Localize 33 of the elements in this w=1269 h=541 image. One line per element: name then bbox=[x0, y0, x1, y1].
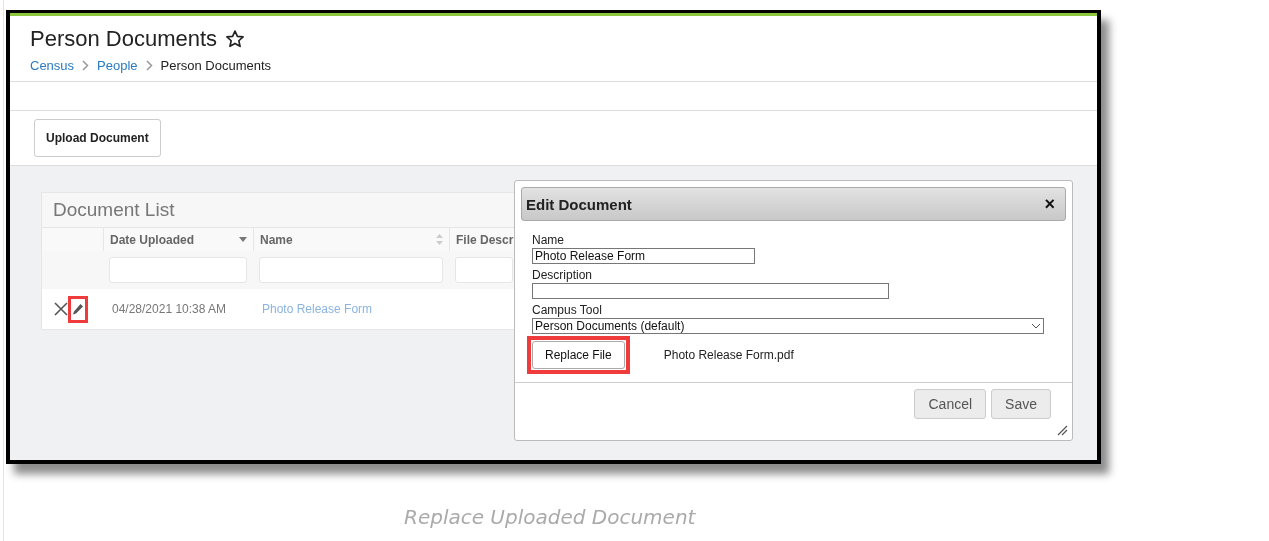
cancel-button[interactable]: Cancel bbox=[914, 389, 987, 419]
upload-document-button[interactable]: Upload Document bbox=[34, 119, 161, 157]
page-title: Person Documents bbox=[30, 26, 218, 52]
filter-field[interactable] bbox=[455, 257, 514, 283]
chevron-icon bbox=[145, 60, 153, 71]
save-button[interactable]: Save bbox=[991, 389, 1051, 419]
filter-field[interactable] bbox=[259, 257, 443, 283]
resize-grip-icon[interactable] bbox=[1056, 424, 1068, 436]
input-field[interactable]: Photo Release Form bbox=[532, 248, 755, 264]
replace-file-button[interactable]: Replace File bbox=[532, 341, 625, 369]
panel-title: Document List bbox=[52, 198, 176, 222]
star-icon[interactable] bbox=[225, 29, 246, 49]
chevron-down-icon bbox=[1031, 323, 1041, 329]
file-name: Photo Release Form.pdf bbox=[663, 348, 794, 362]
field-label: Description bbox=[532, 268, 594, 282]
chevron-icon bbox=[82, 60, 90, 71]
field-label: Name bbox=[532, 233, 565, 247]
pencil-icon[interactable] bbox=[72, 302, 84, 316]
select-field[interactable]: Person Documents (default) bbox=[532, 318, 1044, 334]
field-label: Campus Tool bbox=[532, 303, 603, 317]
delete-icon[interactable] bbox=[54, 302, 68, 316]
column-header[interactable]: Name bbox=[253, 227, 449, 251]
dialog-title: Edit Document bbox=[526, 195, 632, 213]
close-button[interactable]: × bbox=[1044, 195, 1055, 213]
column-header[interactable]: Date Uploaded bbox=[103, 227, 253, 251]
breadcrumb-link[interactable]: People bbox=[97, 58, 138, 73]
date-cell-text: 04/28/2021 10:38 AM bbox=[111, 302, 228, 316]
breadcrumb-link[interactable]: Census bbox=[30, 58, 75, 73]
filter-field[interactable] bbox=[109, 257, 247, 283]
input-field[interactable] bbox=[532, 283, 889, 299]
sort-descending-icon[interactable] bbox=[239, 237, 247, 242]
breadcrumb-current: Person Documents bbox=[160, 58, 272, 73]
image-caption: Replace Uploaded Document bbox=[404, 505, 696, 529]
